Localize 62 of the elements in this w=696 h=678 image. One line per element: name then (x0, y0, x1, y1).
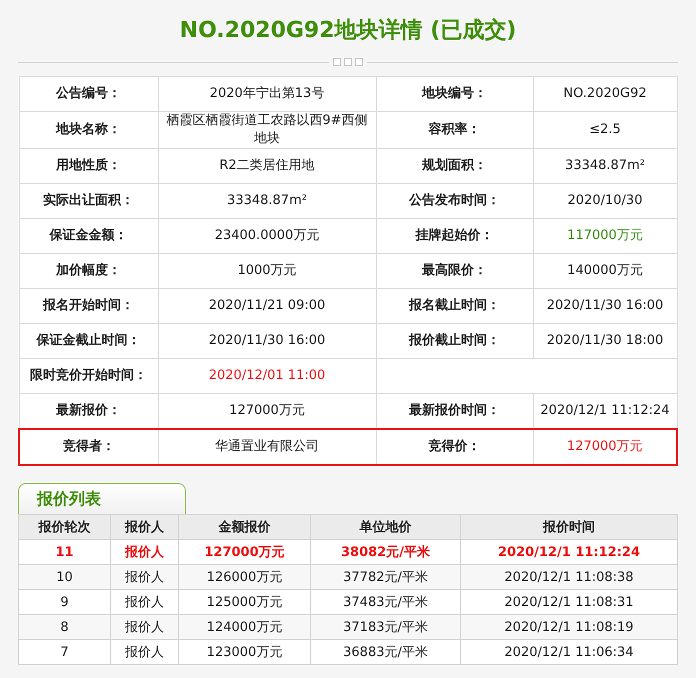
field-label: 竞得者： (19, 429, 158, 465)
field-label: 实际出让面积： (19, 184, 158, 218)
field-value: 2020/12/01 11:00 (158, 358, 376, 394)
table-cell: 报价人 (110, 614, 178, 640)
field-value: NO.2020G92 (533, 76, 677, 112)
field-value: 2020/11/30 18:00 (533, 324, 677, 358)
field-value: R2二类居住用地 (158, 148, 376, 184)
field-label: 保证金金额： (19, 218, 158, 254)
field-value: 2020年宁出第13号 (158, 76, 376, 112)
column-header: 金额报价 (178, 514, 310, 540)
field-label: 挂牌起始价： (376, 218, 533, 254)
table-cell: 报价人 (110, 564, 178, 590)
field-value: 华通置业有限公司 (158, 429, 376, 465)
column-header: 报价轮次 (18, 514, 110, 540)
field-value: 140000万元 (533, 254, 677, 288)
table-cell: 126000万元 (178, 564, 310, 590)
table-cell: 报价人 (110, 640, 178, 664)
field-label: 限时竞价开始时间： (19, 358, 158, 394)
field-value: 2020/11/21 09:00 (158, 288, 376, 324)
field-value: 33348.87m² (158, 184, 376, 218)
column-header: 报价人 (110, 514, 178, 540)
field-label: 保证金截止时间： (19, 324, 158, 358)
field-label: 用地性质： (19, 148, 158, 184)
field-label: 报名开始时间： (19, 288, 158, 324)
field-value: 2020/10/30 (533, 184, 677, 218)
column-header: 单位地价 (310, 514, 460, 540)
table-cell: 10 (18, 564, 110, 590)
field-label: 最新报价： (19, 394, 158, 429)
field-value: 1000万元 (158, 254, 376, 288)
divider-ornament-icon (333, 58, 363, 66)
field-label: 加价幅度： (19, 254, 158, 288)
table-cell: 123000万元 (178, 640, 310, 664)
table-cell: 36883元/平米 (310, 640, 460, 664)
table-cell: 124000万元 (178, 614, 310, 640)
field-label: 报价截止时间： (376, 324, 533, 358)
table-cell: 8 (18, 614, 110, 640)
bid-list-tab[interactable]: 报价列表 (18, 483, 186, 514)
table-cell: 7 (18, 640, 110, 664)
field-label: 竞得价： (376, 429, 533, 465)
table-cell: 2020/12/1 11:06:34 (460, 640, 678, 664)
field-value: 23400.0000万元 (158, 218, 376, 254)
field-label: 公告发布时间： (376, 184, 533, 218)
field-label: 规划面积： (376, 148, 533, 184)
table-cell: 37782元/平米 (310, 564, 460, 590)
field-label: 报名截止时间： (376, 288, 533, 324)
field-value: 2020/11/30 16:00 (158, 324, 376, 358)
field-value: 栖霞区栖霞街道工农路以西9#西侧地块 (158, 112, 376, 148)
field-label: 容积率： (376, 112, 533, 148)
page-title: NO.2020G92地块详情 (已成交) (180, 16, 516, 45)
column-header: 报价时间 (460, 514, 678, 540)
table-cell: 2020/12/1 11:08:19 (460, 614, 678, 640)
field-label: 地块名称： (19, 112, 158, 148)
field-value: 33348.87m² (533, 148, 677, 184)
table-cell: 2020/12/1 11:08:38 (460, 564, 678, 590)
field-value: 117000万元 (533, 218, 677, 254)
table-cell: 37183元/平米 (310, 614, 460, 640)
field-value: ≤2.5 (533, 112, 677, 148)
field-value: 2020/11/30 16:00 (533, 288, 677, 324)
field-label: 公告编号： (19, 76, 158, 112)
field-label: 最高限价： (376, 254, 533, 288)
field-label: 地块编号： (376, 76, 533, 112)
field-value: 127000万元 (533, 429, 677, 465)
